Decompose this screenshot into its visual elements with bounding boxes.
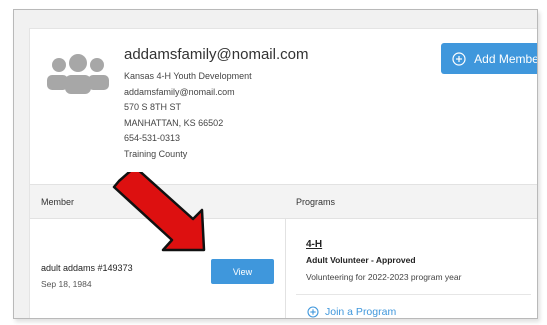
program-role-status: Adult Volunteer - Approved — [306, 255, 416, 265]
member-birthdate: Sep 18, 1984 — [41, 279, 92, 289]
family-avatar-icon — [47, 54, 109, 94]
family-county: Training County — [124, 148, 188, 159]
column-header-programs: Programs — [296, 197, 336, 207]
program-year-note: Volunteering for 2022-2023 program year — [306, 272, 462, 282]
column-divider — [285, 218, 286, 318]
family-city-state-zip: MANHATTAN, KS 66502 — [124, 117, 224, 128]
family-contact-email: addamsfamily@nomail.com — [124, 86, 235, 97]
program-link-4h[interactable]: 4-H — [306, 239, 322, 250]
family-details: Kansas 4-H Youth Development addamsfamil… — [124, 69, 252, 163]
view-button-label: View — [232, 266, 253, 277]
family-phone: 654-531-0313 — [124, 133, 181, 144]
view-member-button[interactable]: View — [211, 259, 274, 284]
plus-circle-icon — [307, 306, 319, 318]
join-program-link[interactable]: Join a Program — [307, 306, 396, 318]
screenshot-frame: addamsfamily@nomail.com Kansas 4-H Youth… — [13, 9, 538, 319]
program-divider — [296, 294, 531, 295]
family-street-address: 570 S 8TH ST — [124, 102, 182, 113]
add-member-label: Add Member — [474, 51, 538, 66]
plus-circle-icon — [452, 51, 466, 66]
join-program-label: Join a Program — [325, 306, 397, 318]
red-arrow-icon — [112, 172, 206, 252]
column-header-member: Member — [41, 197, 75, 207]
family-organization: Kansas 4-H Youth Development — [124, 71, 252, 81]
add-member-button[interactable]: Add Member — [441, 43, 538, 74]
member-name: adult addams #149373 — [41, 263, 133, 273]
family-title: addamsfamily@nomail.com — [124, 46, 309, 63]
